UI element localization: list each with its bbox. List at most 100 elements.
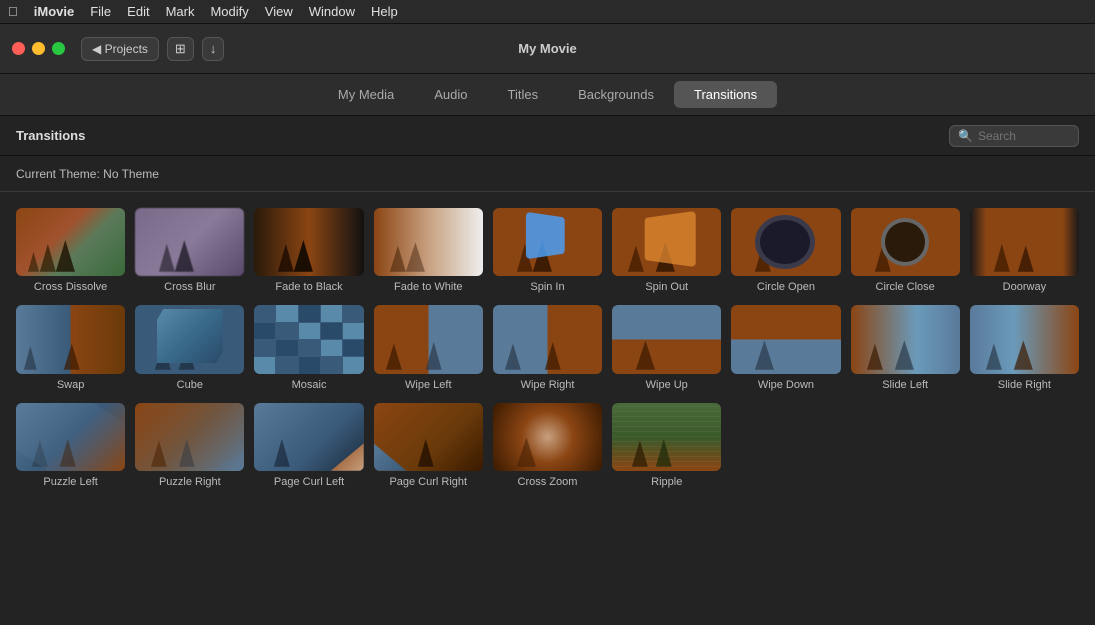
titlebar: ◀ Projects ⊞ ↓ My Movie — [0, 24, 1095, 74]
transition-label-puzzle-right: Puzzle Right — [159, 476, 221, 488]
grid-view-button[interactable]: ⊞ — [167, 37, 194, 61]
menubar:  iMovie File Edit Mark Modify View Wind… — [0, 0, 1095, 24]
list-item[interactable]: Wipe Left — [374, 305, 483, 390]
transition-thumb-wipe-right — [493, 305, 602, 373]
transition-thumb-wipe-up — [612, 305, 721, 373]
apple-menu[interactable]:  — [8, 4, 18, 19]
search-box[interactable]: 🔍 — [949, 125, 1079, 147]
list-item[interactable]: Circle Open — [731, 208, 840, 293]
tab-transitions[interactable]: Transitions — [674, 81, 777, 108]
list-item[interactable]: Fade to White — [374, 208, 483, 293]
close-button[interactable] — [12, 42, 25, 55]
transition-thumb-doorway — [970, 208, 1079, 276]
list-item[interactable]: Ripple — [612, 403, 721, 488]
transition-label-fade-white: Fade to White — [394, 281, 462, 293]
transition-thumb-wipe-down — [731, 305, 840, 373]
list-item[interactable]: Puzzle Right — [135, 403, 244, 488]
transition-thumb-cube — [135, 305, 244, 373]
transition-label-spin-in: Spin In — [530, 281, 564, 293]
search-icon: 🔍 — [958, 129, 973, 143]
list-item[interactable]: Circle Close — [851, 208, 960, 293]
transition-label-wipe-down: Wipe Down — [758, 379, 814, 391]
transition-thumb-puzzle-left — [16, 403, 125, 471]
tab-titles[interactable]: Titles — [488, 81, 559, 108]
list-item[interactable]: Cross Dissolve — [16, 208, 125, 293]
transition-label-spin-out: Spin Out — [645, 281, 688, 293]
list-item[interactable]: Page Curl Left — [254, 403, 363, 488]
transition-label-fade-black: Fade to Black — [275, 281, 342, 293]
search-input[interactable] — [978, 129, 1068, 143]
menu-modify[interactable]: Modify — [210, 4, 248, 19]
list-item[interactable]: Spin In — [493, 208, 602, 293]
list-item[interactable]: Slide Left — [851, 305, 960, 390]
sort-button[interactable]: ↓ — [202, 37, 225, 61]
transition-thumb-puzzle-right — [135, 403, 244, 471]
list-item[interactable]: Doorway — [970, 208, 1079, 293]
tab-my-media[interactable]: My Media — [318, 81, 414, 108]
transition-label-mosaic: Mosaic — [292, 379, 327, 391]
transition-label-ripple: Ripple — [651, 476, 682, 488]
transition-label-swap: Swap — [57, 379, 85, 391]
menu-help[interactable]: Help — [371, 4, 398, 19]
list-item[interactable]: Puzzle Left — [16, 403, 125, 488]
transition-label-cross-blur: Cross Blur — [164, 281, 215, 293]
list-item[interactable]: Cross Zoom — [493, 403, 602, 488]
list-item[interactable]: Fade to Black — [254, 208, 363, 293]
transition-thumb-mosaic — [254, 305, 363, 373]
transition-label-doorway: Doorway — [1003, 281, 1046, 293]
transition-label-puzzle-left: Puzzle Left — [43, 476, 97, 488]
transition-label-slide-right: Slide Right — [998, 379, 1051, 391]
projects-button[interactable]: ◀ Projects — [81, 37, 159, 61]
menu-file[interactable]: File — [90, 4, 111, 19]
transition-label-circle-open: Circle Open — [757, 281, 815, 293]
transition-label-cross-dissolve: Cross Dissolve — [34, 281, 107, 293]
content-header: Transitions 🔍 — [0, 116, 1095, 156]
list-item[interactable]: Mosaic — [254, 305, 363, 390]
transition-label-wipe-left: Wipe Left — [405, 379, 451, 391]
traffic-lights — [12, 42, 65, 55]
transition-thumb-swap — [16, 305, 125, 373]
tab-audio[interactable]: Audio — [414, 81, 487, 108]
list-item[interactable]: Spin Out — [612, 208, 721, 293]
menu-view[interactable]: View — [265, 4, 293, 19]
transition-label-slide-left: Slide Left — [882, 379, 928, 391]
minimize-button[interactable] — [32, 42, 45, 55]
list-item[interactable]: Wipe Right — [493, 305, 602, 390]
transition-thumb-slide-left — [851, 305, 960, 373]
theme-bar: Current Theme: No Theme — [0, 156, 1095, 192]
transition-thumb-spin-in — [493, 208, 602, 276]
list-item[interactable]: Wipe Down — [731, 305, 840, 390]
app-menu-imovie[interactable]: iMovie — [34, 4, 74, 19]
transition-label-circle-close: Circle Close — [876, 281, 935, 293]
list-item[interactable]: Swap — [16, 305, 125, 390]
list-item[interactable]: Page Curl Right — [374, 403, 483, 488]
maximize-button[interactable] — [52, 42, 65, 55]
transition-label-wipe-up: Wipe Up — [646, 379, 688, 391]
transition-thumb-cross-dissolve — [16, 208, 125, 276]
transition-thumb-slide-right — [970, 305, 1079, 373]
list-item[interactable]: Cross Blur — [135, 208, 244, 293]
transition-label-page-curl-right: Page Curl Right — [389, 476, 467, 488]
transition-thumb-ripple — [612, 403, 721, 471]
transition-thumb-wipe-left — [374, 305, 483, 373]
transitions-grid: Cross Dissolve Cross Blur Fade to Black — [16, 208, 1079, 488]
transition-label-cube: Cube — [177, 379, 203, 391]
transition-thumb-cross-zoom — [493, 403, 602, 471]
window-title: My Movie — [518, 41, 577, 56]
transition-thumb-fade-white — [374, 208, 483, 276]
transition-thumb-page-curl-right — [374, 403, 483, 471]
transition-label-page-curl-left: Page Curl Left — [274, 476, 344, 488]
transition-label-wipe-right: Wipe Right — [521, 379, 575, 391]
transition-thumb-circle-open — [731, 208, 840, 276]
menu-edit[interactable]: Edit — [127, 4, 149, 19]
list-item[interactable]: Slide Right — [970, 305, 1079, 390]
menu-window[interactable]: Window — [309, 4, 355, 19]
tab-backgrounds[interactable]: Backgrounds — [558, 81, 674, 108]
transition-thumb-circle-close — [851, 208, 960, 276]
menu-mark[interactable]: Mark — [166, 4, 195, 19]
transition-thumb-spin-out — [612, 208, 721, 276]
transitions-grid-container: Cross Dissolve Cross Blur Fade to Black — [0, 192, 1095, 625]
list-item[interactable]: Cube — [135, 305, 244, 390]
page-title: Transitions — [16, 128, 85, 143]
list-item[interactable]: Wipe Up — [612, 305, 721, 390]
